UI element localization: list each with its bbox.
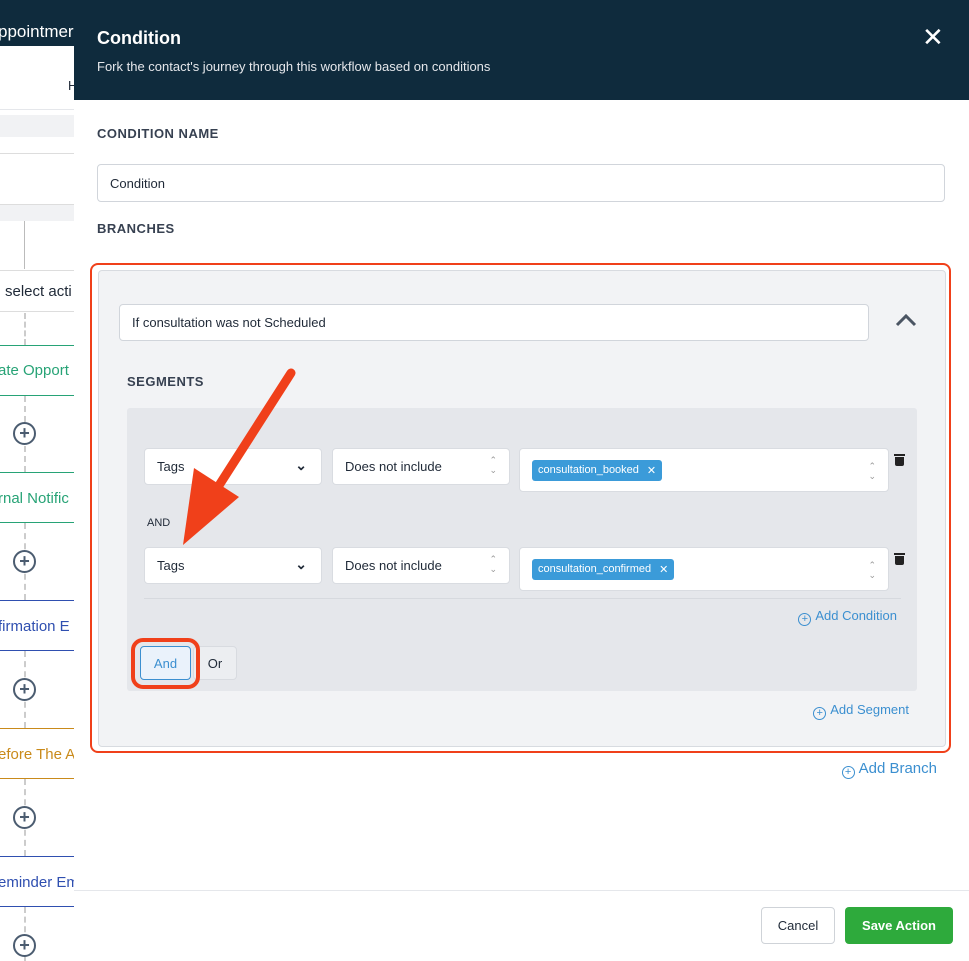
add-step-icon[interactable]: + (13, 550, 36, 573)
save-action-button[interactable]: Save Action (845, 907, 953, 944)
remove-tag-icon[interactable]: ✕ (659, 563, 668, 576)
branches-label: BRANCHES (97, 221, 175, 236)
tags-input[interactable]: consultation_booked ✕ ⌃ ⌄ (519, 448, 889, 492)
plus-circle-icon: + (798, 613, 812, 626)
condition-drawer: Condition Fork the contact's journey thr… (74, 0, 969, 961)
sort-icon: ⌃ ⌄ (489, 554, 497, 574)
select-action-node[interactable]: select acti (0, 270, 74, 312)
add-branch-link[interactable]: + Add Branch (841, 760, 937, 779)
workflow-node[interactable]: firmation E (0, 600, 74, 651)
tag-chip: consultation_confirmed ✕ (532, 558, 675, 580)
add-step-icon[interactable]: + (13, 678, 36, 701)
trash-icon[interactable] (894, 454, 905, 467)
annotation-highlight-and (131, 638, 200, 689)
workflow-canvas-background: ppointmer H select acti ate Opport + rna… (0, 0, 74, 961)
trash-icon[interactable] (894, 553, 905, 566)
sort-icon: ⌃ ⌄ (868, 461, 876, 481)
drawer-title: Condition (97, 28, 181, 48)
add-segment-link[interactable]: + Add Segment (813, 702, 909, 720)
branch-name-input[interactable]: If consultation was not Scheduled (119, 304, 869, 341)
workflow-title: ppointmer (0, 22, 74, 41)
close-icon[interactable]: ✕ (922, 24, 944, 50)
tags-input[interactable]: consultation_confirmed ✕ ⌃ ⌄ (519, 547, 889, 591)
segments-label: SEGMENTS (127, 374, 204, 389)
chevron-down-icon: ⌄ (295, 457, 307, 473)
add-condition-link[interactable]: + Add Condition (798, 608, 897, 626)
workflow-node[interactable]: efore The A (0, 728, 74, 779)
add-step-icon[interactable]: + (13, 934, 36, 957)
segment-box: Tags ⌄ Does not include ⌃ ⌄ consultation_bo… (127, 408, 917, 691)
add-step-icon[interactable]: + (13, 422, 36, 445)
condition-name-input[interactable]: Condition (97, 164, 945, 202)
sort-icon: ⌃ ⌄ (868, 560, 876, 580)
add-step-icon[interactable]: + (13, 806, 36, 829)
field-select[interactable]: Tags ⌄ (144, 547, 322, 584)
chevron-up-icon[interactable] (895, 313, 917, 327)
chevron-down-icon: ⌄ (295, 556, 307, 572)
plus-circle-icon: + (813, 707, 827, 720)
tag-chip: consultation_booked ✕ (532, 459, 663, 481)
workflow-header: ppointmer (0, 0, 74, 46)
workflow-node[interactable]: rnal Notific (0, 472, 74, 523)
and-joiner-label: AND (147, 517, 171, 529)
remove-tag-icon[interactable]: ✕ (647, 464, 656, 477)
cancel-button[interactable]: Cancel (761, 907, 835, 944)
field-select[interactable]: Tags ⌄ (144, 448, 322, 485)
drawer-header: Condition Fork the contact's journey thr… (74, 0, 969, 100)
condition-name-label: CONDITION NAME (97, 126, 219, 141)
sort-icon: ⌃ ⌄ (489, 455, 497, 475)
workflow-node[interactable]: eminder Em (0, 856, 74, 907)
drawer-subtitle: Fork the contact's journey through this … (97, 59, 491, 74)
operator-select[interactable]: Does not include ⌃ ⌄ (332, 547, 510, 584)
workflow-node[interactable]: ate Opport (0, 345, 74, 396)
branch-card: If consultation was not Scheduled SEGMEN… (98, 270, 946, 747)
operator-select[interactable]: Does not include ⌃ ⌄ (332, 448, 510, 485)
plus-circle-icon: + (841, 766, 855, 779)
